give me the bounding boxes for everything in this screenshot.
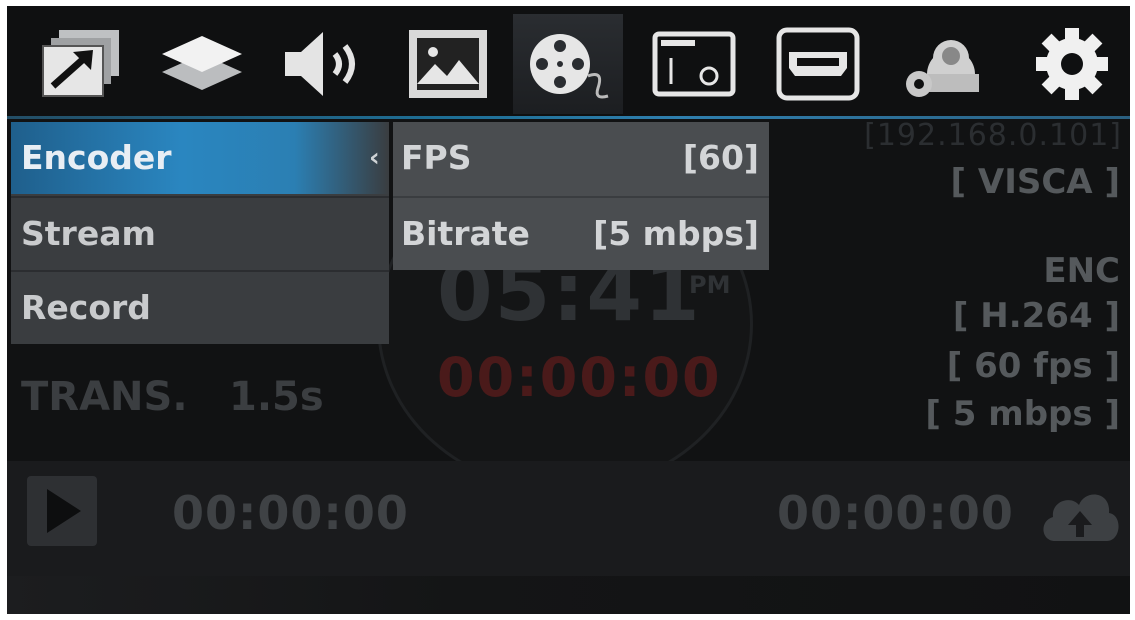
toolbar-media-button[interactable]: [513, 14, 623, 114]
encoder-submenu: FPS [60] Bitrate [5 mbps]: [393, 122, 769, 270]
ip-address: [192.168.0.101]: [864, 118, 1122, 153]
bitrate-status: [ 5 mbps ]: [925, 394, 1120, 434]
toolbar-settings-button[interactable]: [1017, 14, 1127, 114]
play-button[interactable]: [27, 476, 97, 546]
fps-status: [ 60 fps ]: [946, 346, 1120, 386]
playback-time-right: 00:00:00: [777, 486, 1014, 540]
submenu-item-bitrate[interactable]: Bitrate [5 mbps]: [393, 196, 769, 270]
enc-label: ENC: [1043, 251, 1120, 291]
toolbar-divider: [7, 116, 1130, 119]
ptz-camera-icon: [906, 40, 979, 97]
menu-item-label: Stream: [21, 214, 156, 253]
toolbar-audio-button[interactable]: [269, 14, 379, 114]
submenu-label: Bitrate: [401, 214, 530, 253]
toolbar: [7, 6, 1130, 116]
menu-item-stream[interactable]: Stream: [11, 196, 389, 268]
cloud-upload-icon[interactable]: [1037, 481, 1123, 547]
record-timer: 00:00:00: [437, 346, 722, 409]
submenu-value: [5 mbps]: [593, 214, 759, 253]
footer-strip: [7, 576, 1130, 614]
menu-item-label: Record: [21, 288, 151, 327]
playback-time-left: 00:00:00: [172, 486, 409, 540]
protocol-label: [ VISCA ]: [950, 162, 1120, 202]
toolbar-image-button[interactable]: [393, 14, 503, 114]
toolbar-capture-button[interactable]: [639, 14, 749, 114]
transition-value[interactable]: 1.5s: [229, 374, 324, 420]
transition-label: TRANS.: [21, 374, 188, 420]
menu-item-label: Encoder: [21, 138, 172, 177]
settings-menu: Encoder ‹ Stream Record: [11, 122, 389, 344]
film-reel-icon: [530, 34, 609, 99]
toolbar-transition-button[interactable]: [27, 14, 137, 114]
menu-item-encoder[interactable]: Encoder ‹: [11, 122, 389, 194]
speaker-icon: [285, 32, 355, 96]
chevron-left-icon: ‹: [369, 143, 380, 173]
submenu-item-fps[interactable]: FPS [60]: [393, 122, 769, 194]
menu-item-record[interactable]: Record: [11, 270, 389, 342]
submenu-value: [60]: [682, 138, 759, 177]
layers-icon: [162, 36, 242, 90]
toolbar-layers-button[interactable]: [147, 14, 257, 114]
capture-card-icon: [652, 31, 736, 97]
hdmi-icon: [776, 27, 860, 101]
toolbar-camera-settings-button[interactable]: [887, 14, 997, 114]
gear-icon: [1036, 28, 1108, 100]
image-icon: [409, 30, 487, 98]
play-icon: [47, 489, 81, 533]
submenu-label: FPS: [401, 138, 472, 177]
clock-ampm: PM: [689, 271, 731, 299]
toolbar-hdmi-button[interactable]: [763, 14, 873, 114]
device-screen: [192.168.0.101] [ VISCA ] ENC [ H.264 ] …: [7, 6, 1130, 614]
transition-icon: [42, 30, 119, 97]
codec-value: [ H.264 ]: [952, 296, 1120, 336]
